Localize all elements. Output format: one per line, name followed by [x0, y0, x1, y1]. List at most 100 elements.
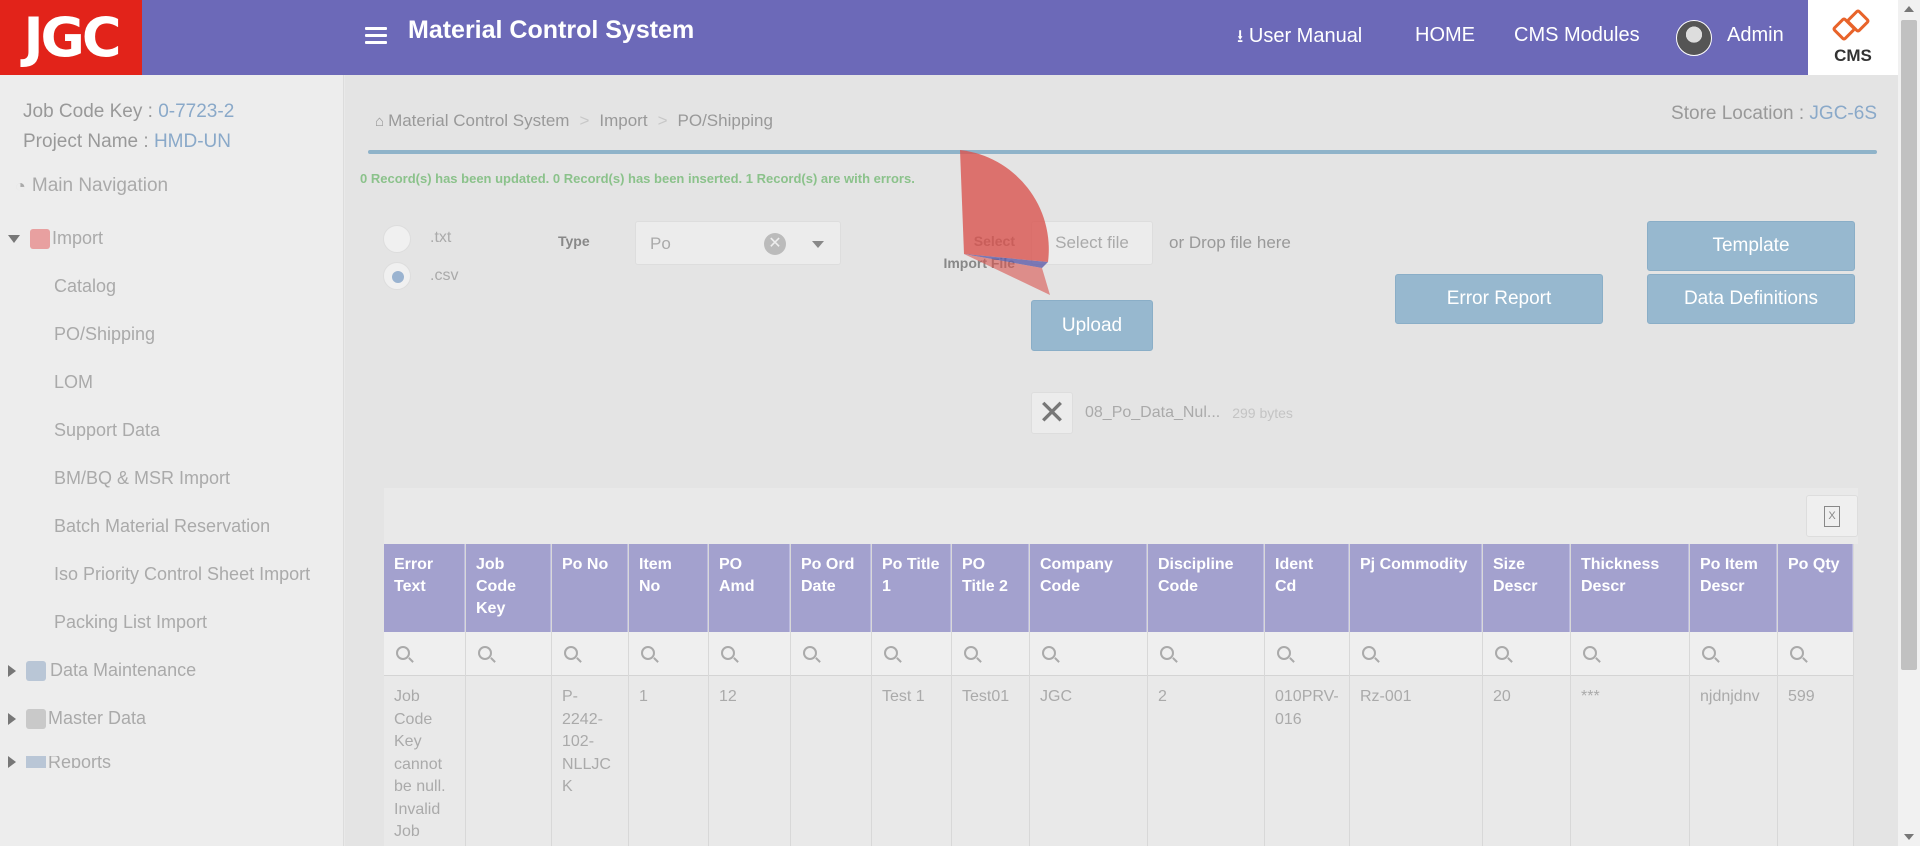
grid-column: Po Item Descr njdnjdnv [1690, 544, 1778, 846]
column-header[interactable]: Po Item Descr [1690, 544, 1777, 632]
user-name[interactable]: Admin [1727, 24, 1784, 47]
column-header[interactable]: PO Title 2 [952, 544, 1029, 632]
cms-logo[interactable]: CMS [1808, 0, 1898, 75]
expand-down-icon [8, 234, 20, 243]
column-filter[interactable] [552, 632, 628, 676]
grid-cell[interactable] [466, 676, 551, 846]
grid-cell[interactable]: Job Code Key cannot be null. Invalid Job [384, 676, 465, 846]
scroll-up-icon[interactable] [1904, 6, 1914, 12]
scroll-thumb[interactable] [1901, 20, 1917, 670]
column-header[interactable]: Po Qty [1778, 544, 1853, 632]
column-header[interactable]: Job Code Key [466, 544, 551, 632]
project-name-info: Project Name : HMD-UN [23, 131, 231, 153]
grid-cell[interactable]: 1 [629, 676, 708, 846]
column-header[interactable]: Discipline Code [1148, 544, 1264, 632]
column-header[interactable]: Item No [629, 544, 708, 632]
column-header[interactable]: Ident Cd [1265, 544, 1349, 632]
column-filter[interactable] [1690, 632, 1777, 676]
column-filter[interactable] [1030, 632, 1147, 676]
grid-cell[interactable]: 20 [1483, 676, 1570, 846]
column-header[interactable]: PO Amd [709, 544, 790, 632]
template-button[interactable]: Template [1647, 221, 1855, 271]
column-filter[interactable] [466, 632, 551, 676]
column-filter[interactable] [1265, 632, 1349, 676]
chevron-down-icon[interactable] [812, 241, 824, 248]
drop-zone-text[interactable]: or Drop file here [1169, 233, 1291, 253]
grid-cell[interactable]: njdnjdnv [1690, 676, 1777, 846]
export-excel-button[interactable]: X [1806, 495, 1858, 537]
column-header[interactable]: Thickness Descr [1571, 544, 1689, 632]
menu-toggle-icon[interactable] [365, 27, 387, 45]
scroll-down-icon[interactable] [1904, 834, 1914, 840]
type-select[interactable]: Po ✕ [635, 221, 841, 265]
breadcrumb-separator: > [657, 111, 668, 130]
sidebar-item-batch-material-reservation[interactable]: Batch Material Reservation [54, 516, 270, 537]
column-header[interactable]: Error Text [384, 544, 465, 632]
sidebar-item-po-shipping[interactable]: PO/Shipping [54, 324, 155, 345]
search-icon [1160, 646, 1174, 660]
user-avatar[interactable] [1676, 20, 1712, 56]
radio-csv[interactable] [383, 262, 411, 290]
grid-cell[interactable]: 599 [1778, 676, 1853, 846]
data-definitions-button[interactable]: Data Definitions [1647, 274, 1855, 324]
sidebar-group-data-maintenance[interactable]: Data Maintenance [8, 660, 196, 681]
column-filter[interactable] [1148, 632, 1264, 676]
breadcrumb-item[interactable]: Material Control System [388, 111, 569, 131]
column-filter[interactable] [629, 632, 708, 676]
search-icon [964, 646, 978, 660]
column-filter[interactable] [872, 632, 951, 676]
sidebar-item-bmbq-msr[interactable]: BM/BQ & MSR Import [54, 468, 230, 489]
column-filter[interactable] [952, 632, 1029, 676]
column-filter[interactable] [1350, 632, 1482, 676]
breadcrumb-item[interactable]: Import [599, 111, 647, 131]
clear-icon[interactable]: ✕ [764, 233, 786, 255]
grid-cell[interactable]: P-2242-102-NLLJCK [552, 676, 628, 846]
job-code-info: Job Code Key : 0-7723-2 [23, 101, 234, 123]
grid-cell[interactable]: Test 1 [872, 676, 951, 846]
grid-cell[interactable]: JGC [1030, 676, 1147, 846]
sidebar-item-catalog[interactable]: Catalog [54, 276, 116, 297]
remove-file-icon[interactable]: ✕ [1031, 392, 1073, 434]
user-manual-link[interactable]: ⭳ User Manual [1237, 24, 1362, 54]
column-filter[interactable] [1483, 632, 1570, 676]
radio-txt[interactable] [383, 225, 411, 253]
home-link[interactable]: HOME [1415, 24, 1475, 47]
sidebar-item-iso-priority[interactable]: Iso Priority Control Sheet Import [54, 564, 310, 585]
search-icon [1362, 646, 1376, 660]
column-filter[interactable] [709, 632, 790, 676]
sidebar-group-reports[interactable]: Reports [8, 756, 111, 768]
grid-column: Po Ord Date [791, 544, 872, 846]
page-scrollbar[interactable] [1898, 0, 1920, 846]
sidebar-item-packing-list[interactable]: Packing List Import [54, 612, 207, 633]
grid-cell[interactable]: Rz-001 [1350, 676, 1482, 846]
grid-cell[interactable]: 12 [709, 676, 790, 846]
grid-cell[interactable]: 010PRV-016 [1265, 676, 1349, 846]
grid-cell[interactable]: *** [1571, 676, 1689, 846]
upload-button[interactable]: Upload [1031, 300, 1153, 351]
grid-column: Po Title 1 Test 1 [872, 544, 952, 846]
column-header[interactable]: Po Title 1 [872, 544, 951, 632]
column-header[interactable]: Pj Commodity [1350, 544, 1482, 632]
sidebar-item-lom[interactable]: LOM [54, 372, 93, 393]
top-navbar: JGC Material Control System ⭳ User Manua… [0, 0, 1898, 75]
sidebar-group-master-data[interactable]: Master Data [8, 708, 146, 729]
column-header[interactable]: Po Ord Date [791, 544, 871, 632]
sidebar-group-import[interactable]: Import [8, 228, 103, 249]
column-filter[interactable] [1778, 632, 1853, 676]
cms-modules-link[interactable]: CMS Modules [1514, 24, 1640, 47]
column-header[interactable]: Po No [552, 544, 628, 632]
column-filter[interactable] [1571, 632, 1689, 676]
grid-cell[interactable]: Test01 [952, 676, 1029, 846]
column-filter[interactable] [791, 632, 871, 676]
grid-cell[interactable] [791, 676, 871, 846]
sidebar-item-support-data[interactable]: Support Data [54, 420, 160, 441]
grid-column: Error Text Job Code Key cannot be null. I… [384, 544, 466, 846]
radio-csv-label: .csv [430, 267, 459, 284]
column-header[interactable]: Size Descr [1483, 544, 1570, 632]
grid-cell[interactable]: 2 [1148, 676, 1264, 846]
error-report-button[interactable]: Error Report [1395, 274, 1603, 324]
column-header[interactable]: Company Code [1030, 544, 1147, 632]
type-select-value: Po [650, 234, 671, 253]
jgc-logo[interactable]: JGC [0, 0, 142, 75]
column-filter[interactable] [384, 632, 465, 676]
